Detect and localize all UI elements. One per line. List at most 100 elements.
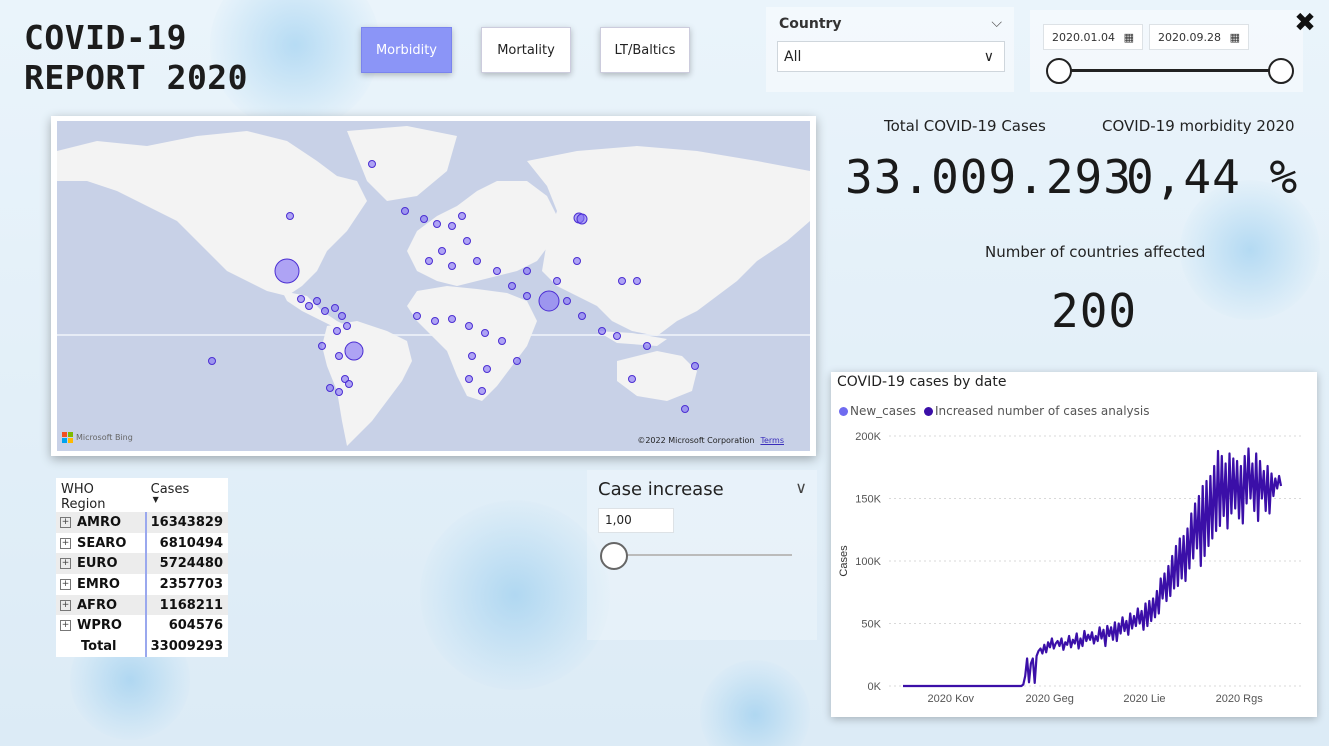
cases-by-date-chart: COVID-19 cases by date New_cases Increas… — [831, 372, 1317, 717]
bubble[interactable] — [691, 362, 699, 370]
calendar-icon[interactable]: ▦ — [1230, 31, 1240, 44]
bubble-usa[interactable] — [274, 258, 300, 284]
expand-icon[interactable]: + — [60, 537, 71, 549]
chevron-down-icon[interactable]: ∨ — [795, 478, 807, 497]
table-row[interactable]: + AFRO 1168211 — [56, 594, 228, 616]
bubble[interactable] — [425, 257, 433, 265]
bubble[interactable] — [448, 262, 456, 270]
table-row[interactable]: + SEARO 6810494 — [56, 532, 228, 554]
case-increase-slider-track[interactable] — [614, 554, 792, 556]
bubble-greenland[interactable] — [368, 160, 376, 168]
bubble[interactable] — [321, 307, 329, 315]
table-row[interactable]: + EURO 5724480 — [56, 553, 228, 575]
bubble[interactable] — [433, 220, 441, 228]
bubble[interactable] — [563, 297, 571, 305]
y-tick-label: 50K — [861, 619, 881, 631]
terms-link[interactable]: Terms — [760, 436, 784, 445]
bubble[interactable] — [335, 388, 343, 396]
bubble[interactable] — [643, 342, 651, 350]
date-slider-track[interactable] — [1058, 69, 1282, 72]
end-date-input[interactable]: 2020.09.28 ▦ — [1149, 24, 1249, 50]
table-row[interactable]: + WPRO 604576 — [56, 615, 228, 637]
bubble[interactable] — [523, 267, 531, 275]
expand-icon[interactable]: + — [60, 516, 71, 528]
bubble[interactable] — [335, 352, 343, 360]
bubble[interactable] — [431, 317, 439, 325]
legend-item-increase-analysis[interactable]: Increased number of cases analysis — [924, 404, 1150, 418]
bubble[interactable] — [465, 375, 473, 383]
bubble[interactable] — [438, 247, 446, 255]
bubble-map[interactable]: Microsoft Bing ©2022 Microsoft Corporati… — [57, 121, 810, 451]
bubble[interactable] — [401, 207, 409, 215]
bubble[interactable] — [478, 387, 486, 395]
bubble[interactable] — [333, 327, 341, 335]
bubble[interactable] — [553, 277, 561, 285]
bubble-brazil[interactable] — [344, 341, 364, 361]
mortality-button[interactable]: Mortality — [481, 27, 571, 73]
bubble[interactable] — [305, 302, 313, 310]
morbidity-label: COVID-19 morbidity 2020 — [1102, 117, 1295, 135]
bubble[interactable] — [481, 329, 489, 337]
bubble[interactable] — [523, 292, 531, 300]
bubble[interactable] — [413, 312, 421, 320]
bubble[interactable] — [513, 357, 521, 365]
bubble-india[interactable] — [538, 290, 560, 312]
bubble[interactable] — [313, 297, 321, 305]
bubble[interactable] — [345, 380, 353, 388]
table-row[interactable]: + AMRO 16343829 — [56, 512, 228, 533]
bubble[interactable] — [465, 322, 473, 330]
expand-icon[interactable]: + — [60, 599, 71, 611]
bubble[interactable] — [473, 257, 481, 265]
expand-icon[interactable]: + — [60, 578, 71, 590]
bubble[interactable] — [598, 327, 606, 335]
bubble[interactable] — [618, 277, 626, 285]
bubble[interactable] — [420, 215, 428, 223]
bubble[interactable] — [343, 322, 351, 330]
expand-icon[interactable]: + — [60, 558, 71, 570]
bubble[interactable] — [331, 304, 339, 312]
calendar-icon[interactable]: ▦ — [1124, 31, 1134, 44]
bubble[interactable] — [208, 357, 216, 365]
bubble[interactable] — [681, 405, 689, 413]
bubble[interactable] — [633, 277, 641, 285]
bubble[interactable] — [498, 337, 506, 345]
lt-baltics-button[interactable]: LT/Baltics — [600, 27, 690, 73]
bubble[interactable] — [628, 375, 636, 383]
bubble[interactable] — [493, 267, 501, 275]
legend-dot-icon — [839, 407, 848, 416]
bubble[interactable] — [338, 312, 346, 320]
region-name: AMRO — [77, 514, 122, 530]
morbidity-button[interactable]: Morbidity — [361, 27, 452, 73]
bubble[interactable] — [576, 213, 588, 225]
bubble[interactable] — [578, 312, 586, 320]
bubble[interactable] — [458, 212, 466, 220]
expand-icon[interactable]: + — [60, 620, 71, 632]
date-slider-start-handle[interactable] — [1046, 58, 1072, 84]
bubble[interactable] — [448, 222, 456, 230]
bubble[interactable] — [326, 384, 334, 392]
bubble[interactable] — [463, 237, 471, 245]
case-increase-slider-handle[interactable] — [600, 542, 628, 570]
bubble[interactable] — [297, 295, 305, 303]
date-slider-end-handle[interactable] — [1268, 58, 1294, 84]
bubble[interactable] — [483, 365, 491, 373]
start-date-input[interactable]: 2020.01.04 ▦ — [1043, 24, 1143, 50]
bubble[interactable] — [468, 352, 476, 360]
region-name: EURO — [77, 556, 118, 572]
chart-plot[interactable]: 0K 50K 100K 150K 200K Cases 2020 Kov 2020 Geg 20… — [831, 424, 1317, 714]
close-icon[interactable]: ✖ — [1291, 10, 1319, 38]
col-header-cases[interactable]: Cases ▼ — [146, 478, 228, 512]
case-increase-input[interactable]: 1,00 — [598, 508, 674, 533]
bubble[interactable] — [318, 342, 326, 350]
bubble[interactable] — [613, 332, 621, 340]
legend-item-new-cases[interactable]: New_cases — [839, 404, 916, 418]
bubble[interactable] — [448, 315, 456, 323]
table-row[interactable]: + EMRO 2357703 — [56, 574, 228, 595]
country-select[interactable]: All ∨ — [777, 41, 1005, 72]
col-header-region[interactable]: WHO Region — [56, 478, 146, 512]
total-label-text: Total — [81, 638, 117, 654]
chevron-down-icon[interactable]: ⌵ — [991, 15, 1002, 31]
bubble[interactable] — [508, 282, 516, 290]
bubble[interactable] — [573, 257, 581, 265]
bubble-canada[interactable] — [286, 212, 294, 220]
